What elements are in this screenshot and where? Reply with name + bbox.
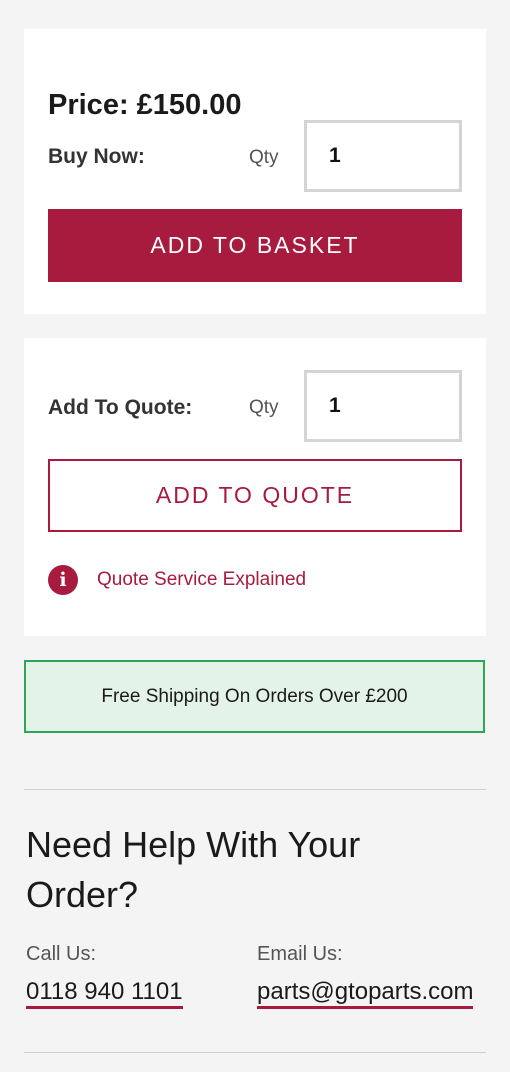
- email-us-label: Email Us:: [257, 943, 343, 965]
- buy-now-card: Price: £150.00 Buy Now: Qty ADD TO BASKE…: [24, 29, 486, 314]
- quote-qty-input[interactable]: [304, 370, 462, 442]
- info-icon: i: [48, 565, 78, 595]
- divider: [24, 1052, 486, 1053]
- add-to-quote-label: Add To Quote:: [48, 396, 193, 419]
- free-shipping-text: Free Shipping On Orders Over £200: [101, 685, 408, 707]
- buy-qty-label: Qty: [249, 147, 279, 168]
- add-to-quote-card: Add To Quote: Qty ADD TO QUOTE i Quote S…: [24, 338, 486, 636]
- add-to-quote-button[interactable]: ADD TO QUOTE: [48, 459, 462, 532]
- add-to-basket-button[interactable]: ADD TO BASKET: [48, 209, 462, 282]
- help-heading: Need Help With Your Order?: [26, 824, 361, 915]
- free-shipping-banner: Free Shipping On Orders Over £200: [24, 660, 485, 733]
- quote-service-explained-link[interactable]: i Quote Service Explained: [48, 565, 306, 595]
- buy-now-label: Buy Now:: [48, 145, 145, 168]
- price-label: Price: £150.00: [48, 89, 242, 121]
- quote-qty-label: Qty: [249, 397, 279, 418]
- email-link[interactable]: parts@gtoparts.com: [257, 980, 474, 1009]
- buy-qty-input[interactable]: [304, 120, 462, 192]
- quote-service-explained-label: Quote Service Explained: [97, 569, 307, 590]
- call-us-label: Call Us:: [26, 943, 97, 965]
- phone-link[interactable]: 0118 940 1101: [26, 980, 183, 1009]
- divider: [24, 789, 486, 790]
